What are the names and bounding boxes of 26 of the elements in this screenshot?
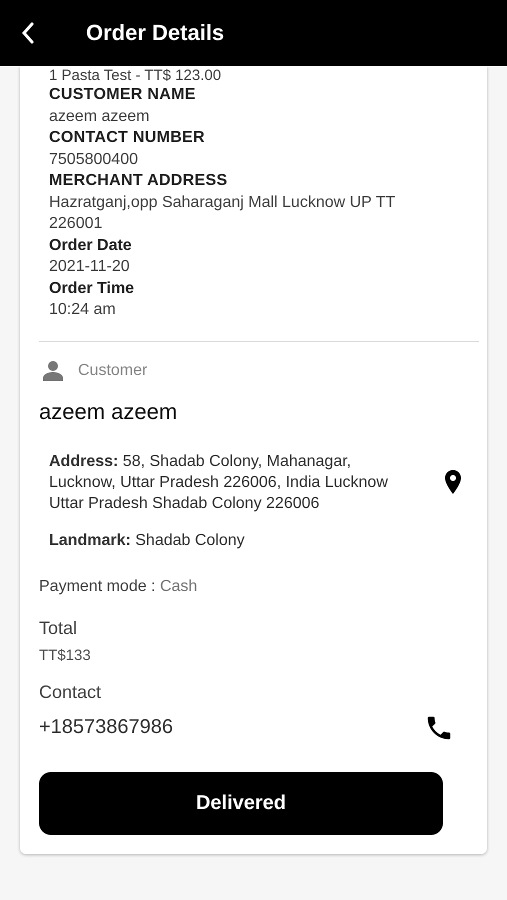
field-value: 7505800400 bbox=[49, 150, 139, 170]
contact-label: Contact bbox=[39, 682, 102, 702]
field-label: CONTACT NUMBER bbox=[49, 128, 206, 148]
order-item-text: 1 Pasta Test - TT$ 123.00 bbox=[49, 68, 222, 84]
delivered-button[interactable]: Delivered bbox=[39, 772, 443, 834]
customer-name: azeem azeem bbox=[39, 398, 178, 424]
total-label: Total bbox=[39, 618, 78, 638]
field-value: Hazratganj,opp Saharaganj Mall Lucknow UP TT 226001 bbox=[49, 192, 396, 234]
address-text: Address: 58, Shadab Colony, Mahanagar, Lucknow, Uttar Pradesh 226006, India Lucknow Uttar Pradesh Shadab Colony 226006 bbox=[49, 452, 389, 514]
payment-mode-label: Payment mode : bbox=[39, 578, 156, 594]
field-label: Order Time bbox=[49, 278, 136, 298]
field-value: 2021-11-20 bbox=[49, 257, 131, 277]
field-value: 10:24 am bbox=[49, 300, 117, 320]
landmark-text: Landmark: Shadab Colony bbox=[49, 532, 246, 550]
person-icon bbox=[42, 360, 64, 382]
back-icon[interactable] bbox=[20, 21, 36, 45]
window-title: Order Details bbox=[86, 20, 224, 46]
contact-phone: +18573867986 bbox=[39, 716, 174, 739]
field-label: Order Date bbox=[49, 236, 133, 256]
location-pin-icon[interactable] bbox=[444, 469, 462, 495]
section-label: Customer bbox=[78, 362, 148, 380]
field-label: CUSTOMER NAME bbox=[49, 85, 197, 105]
payment-mode-value: Cash bbox=[160, 578, 198, 594]
total-value: TT$133 bbox=[39, 646, 92, 664]
field-value: azeem azeem bbox=[49, 106, 150, 126]
field-label: MERCHANT ADDRESS bbox=[49, 171, 228, 191]
